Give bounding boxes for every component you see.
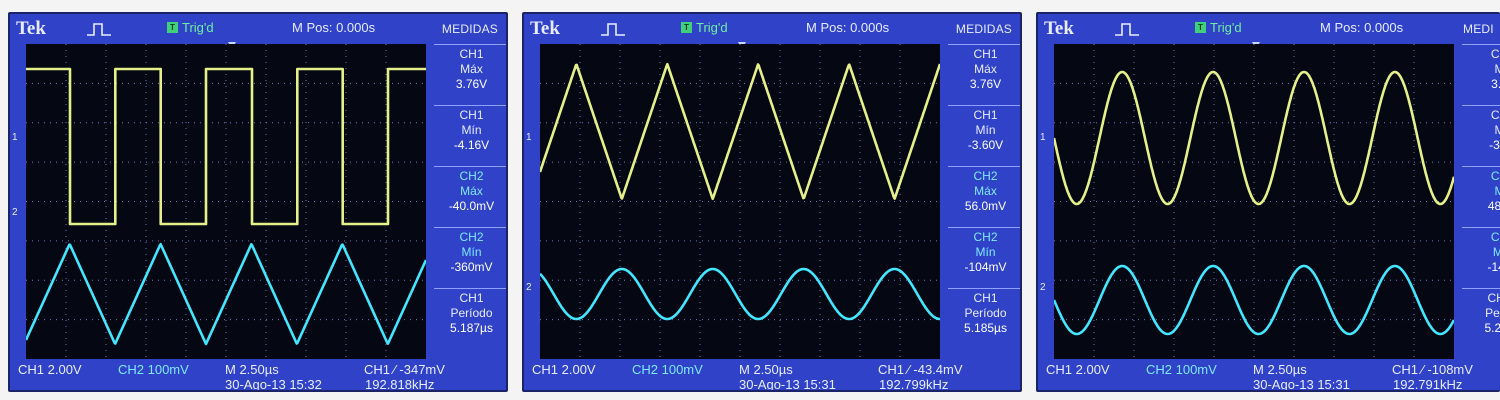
oscilloscope-panel-1: Tek T Trig'd M Pos: 0.000s MEDIDAS 1 2 C…: [8, 12, 508, 392]
ch1-scale: CH1 2.00V: [532, 362, 596, 377]
top-status-bar: Tek T Trig'd M Pos: 0.000s MEDIDAS: [10, 14, 506, 44]
ch2-marker-icon: 2: [526, 282, 532, 293]
measurement-4[interactable]: CH2 Mín -104mV: [948, 227, 1020, 288]
measurement-4[interactable]: CH2 Mín -360mV: [434, 227, 506, 288]
trigger-level: CH1 ∕ -108mV: [1392, 362, 1473, 377]
bottom-status-bar: CH1 2.00V CH2 100mV M 2.50µs 30-Ago-13 1…: [1038, 359, 1500, 392]
ch2-trace: [26, 243, 426, 346]
measurement-3[interactable]: CH2 Máx -40.0mV: [434, 166, 506, 227]
trigger-level: CH1 ∕ -347mV: [364, 362, 445, 377]
ch2-scale: CH2 100mV: [118, 362, 189, 377]
bottom-status-bar: CH1 2.00V CH2 100mV M 2.50µs 30-Ago-13 1…: [10, 359, 506, 392]
ch1-scale: CH1 2.00V: [1046, 362, 1110, 377]
datetime: 30-Ago-13 15:31: [739, 377, 836, 392]
bottom-status-bar: CH1 2.00V CH2 100mV M 2.50µs 30-Ago-13 1…: [524, 359, 1020, 392]
measurement-1[interactable]: CHM3.9: [1462, 44, 1500, 105]
measurement-3[interactable]: CH2 Máx 56.0mV: [948, 166, 1020, 227]
waveforms: [1054, 70, 1454, 336]
ch2-scale: CH2 100mV: [632, 362, 703, 377]
oscilloscope-panel-2: Tek T Trig'd M Pos: 0.000s MEDIDAS 1 2 C…: [522, 12, 1022, 392]
trigger-pulse-icon: [601, 23, 625, 36]
top-status-bar: Tek T Trig'd M Pos: 0.000s MEDI: [1038, 14, 1500, 44]
ch2-scale: CH2 100mV: [1146, 362, 1217, 377]
measurement-1[interactable]: CH1 Máx 3.76V: [948, 44, 1020, 105]
datetime: 30-Ago-13 15:32: [225, 377, 322, 392]
timebase: M 2.50µs: [1253, 362, 1307, 377]
trigger-pulse-icon: [87, 23, 111, 36]
waveforms: [26, 67, 426, 346]
waveform-display: [1054, 44, 1454, 359]
measurement-sidebar: CH1 Máx 3.76V CH1 Mín -4.16V CH2 Máx -40.0mV C…: [434, 44, 506, 349]
waveform-display: [540, 44, 940, 359]
menu-title[interactable]: MEDI: [1463, 22, 1494, 36]
brand-logo: Tek: [530, 18, 560, 39]
oscilloscope-panel-3: Tek T Trig'd M Pos: 0.000s MEDI 1 2 CHM3…: [1036, 12, 1500, 392]
trigger-status-badge-icon: T: [167, 22, 178, 33]
top-status-bar: Tek T Trig'd M Pos: 0.000s MEDIDAS: [524, 14, 1020, 44]
ch2-trace: [1054, 264, 1454, 336]
measurement-2[interactable]: CH1 Mín -3.60V: [948, 105, 1020, 166]
waveform-display: [26, 44, 426, 359]
trigger-status: Trig'd: [182, 20, 214, 35]
measurement-5[interactable]: CH1 Período 5.185µs: [948, 288, 1020, 349]
measurement-sidebar: CH1 Máx 3.76V CH1 Mín -3.60V CH2 Máx 56.0mV CH…: [948, 44, 1020, 349]
ch1-scale: CH1 2.00V: [18, 362, 82, 377]
timebase: M 2.50µs: [225, 362, 279, 377]
measurement-1[interactable]: CH1 Máx 3.76V: [434, 44, 506, 105]
datetime: 30-Ago-13 15:31: [1253, 377, 1350, 392]
ch1-trace: [1054, 70, 1454, 206]
brand-logo: Tek: [16, 18, 46, 39]
ch1-trace: [540, 62, 940, 201]
trigger-pulse-icon: [1115, 23, 1139, 36]
horizontal-position: M Pos: 0.000s: [806, 20, 890, 35]
trigger-status: Trig'd: [696, 20, 728, 35]
trigger-status-badge-icon: T: [681, 22, 692, 33]
frequency-readout: 192.799kHz: [879, 377, 949, 392]
trigger-level: CH1 ∕ -43.4mV: [878, 362, 963, 377]
ch2-marker-icon: 2: [12, 207, 18, 218]
menu-title[interactable]: MEDIDAS: [956, 22, 1012, 36]
horizontal-position: M Pos: 0.000s: [292, 20, 376, 35]
ch1-marker-icon: 1: [526, 132, 532, 143]
ch1-marker-icon: 1: [12, 132, 18, 143]
waveforms: [540, 62, 940, 321]
ch2-trace: [540, 267, 940, 321]
measurement-3[interactable]: CHM48.0: [1462, 166, 1500, 227]
trigger-status-badge-icon: T: [1195, 22, 1206, 33]
ch1-marker-icon: 1: [1040, 132, 1046, 143]
trigger-status: Trig'd: [1210, 20, 1242, 35]
ch2-marker-icon: 2: [1040, 282, 1046, 293]
measurement-4[interactable]: CHMí-140: [1462, 227, 1500, 288]
measurement-sidebar: CHM3.9 CHM-3.5 CHM48.0 CHMí-140 CH1Perío…: [1462, 44, 1500, 349]
measurement-2[interactable]: CHM-3.5: [1462, 105, 1500, 166]
horizontal-position: M Pos: 0.000s: [1320, 20, 1404, 35]
frequency-readout: 192.818kHz: [365, 377, 435, 392]
frequency-readout: 192.791kHz: [1393, 377, 1463, 392]
measurement-2[interactable]: CH1 Mín -4.16V: [434, 105, 506, 166]
timebase: M 2.50µs: [739, 362, 793, 377]
menu-title[interactable]: MEDIDAS: [442, 22, 498, 36]
measurement-5[interactable]: CH1Perío5.200: [1462, 288, 1500, 349]
measurement-5[interactable]: CH1 Período 5.187µs: [434, 288, 506, 349]
brand-logo: Tek: [1044, 18, 1074, 39]
ch1-trace: [26, 67, 426, 226]
